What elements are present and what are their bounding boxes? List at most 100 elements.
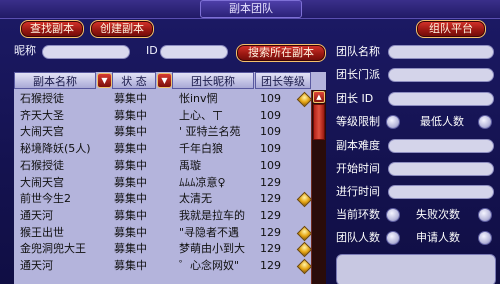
cell-dungeon: 秘境降妖(5人)	[20, 142, 91, 156]
leader-id-field	[388, 92, 494, 106]
cell-level: 129	[260, 192, 281, 206]
cell-status: 募集中	[114, 192, 147, 206]
table-row[interactable]: 前世今生2 募集中 太清无 129	[14, 191, 313, 208]
id-label: ID	[146, 44, 158, 57]
gold-diamond-icon	[296, 91, 313, 108]
current-rounds-icon	[386, 208, 400, 222]
gold-diamond-icon	[296, 191, 313, 208]
nickname-input[interactable]	[42, 45, 130, 59]
cell-leader: 上心、ㄒ	[179, 108, 223, 122]
cell-leader: 怅inv惘	[179, 92, 218, 105]
col-dungeon-name[interactable]: 副本名称	[14, 72, 96, 89]
cell-level: 129	[260, 208, 281, 222]
cell-level: 109	[260, 158, 281, 172]
level-limit-icon	[386, 115, 400, 129]
search-dungeon-button[interactable]: 查找副本	[20, 20, 84, 38]
leader-sect-field	[388, 68, 494, 82]
leader-sect-label: 团长门派	[336, 68, 380, 81]
cell-level: 129	[260, 242, 281, 256]
dungeon-filter-dropdown-icon[interactable]: ▼	[97, 73, 112, 88]
cell-dungeon: 猴王出世	[20, 225, 64, 239]
scroll-up-icon[interactable]: ▲	[313, 91, 325, 103]
applicants-label: 申请人数	[416, 231, 460, 244]
col-leader-name[interactable]: 团长昵称	[172, 72, 254, 89]
team-name-label: 团队名称	[336, 45, 380, 58]
window-title: 副本团队	[200, 0, 302, 18]
cell-leader: ﾑﾑﾑ凉意♀	[179, 175, 226, 189]
team-size-icon	[386, 231, 400, 245]
gold-diamond-icon	[296, 258, 313, 275]
cell-status: 募集中	[114, 142, 147, 156]
cell-level: 129	[260, 225, 281, 239]
cell-leader: "寻隐者不遇	[179, 225, 240, 239]
cell-dungeon: 大闹天宫	[20, 175, 64, 189]
search-location-button[interactable]: 搜索所在副本	[236, 44, 326, 62]
cell-dungeon: 前世今生2	[20, 192, 71, 206]
id-input-box[interactable]	[166, 46, 222, 58]
table-row[interactable]: 通天河 募集中 我就是拉车的 129	[14, 208, 311, 224]
cell-leader: 梦萌由小到大	[179, 242, 245, 256]
cell-status: 募集中	[114, 125, 147, 139]
table-row[interactable]: 金兜洞兜大王 募集中 梦萌由小到大 129	[14, 241, 313, 258]
status-filter-dropdown-icon[interactable]: ▼	[157, 73, 172, 88]
fail-count-label: 失败次数	[416, 208, 460, 221]
table-row[interactable]: 石猴授徒 募集中 怅inv惘 109	[14, 91, 313, 108]
table-row[interactable]: 齐天大圣 募集中 上心、ㄒ 109	[14, 108, 311, 124]
team-description-box	[336, 254, 496, 284]
difficulty-field	[388, 139, 494, 153]
dungeon-team-window: 副本团队 查找副本 创建副本 组队平台 昵称 ID 搜索所在副本 副本名称 ▼ …	[0, 0, 500, 284]
cell-level: 109	[260, 125, 281, 139]
team-size-label: 团队人数	[336, 231, 380, 244]
cell-level: 109	[260, 92, 281, 105]
level-limit-label: 等级限制	[336, 115, 380, 128]
team-name-field	[388, 45, 494, 59]
table-row[interactable]: 秘境降妖(5人) 募集中 千年白狼 109	[14, 141, 311, 157]
cell-leader: 千年白狼	[179, 142, 223, 156]
cell-leader: 禹璇	[179, 158, 201, 172]
start-time-field	[388, 162, 494, 176]
id-input[interactable]	[160, 45, 228, 59]
table-row[interactable]: 通天河 募集中 ゜心念网奴" 129	[14, 258, 313, 275]
cell-leader: 太清无	[179, 192, 212, 206]
gold-diamond-icon	[296, 225, 313, 241]
col-leader-level[interactable]: 团长等级	[255, 72, 311, 89]
cell-dungeon: 通天河	[20, 259, 53, 272]
cell-status: 募集中	[114, 175, 147, 189]
nickname-input-box[interactable]	[48, 46, 124, 58]
table-row[interactable]: 大闹天宫 募集中 ' 亚特兰名苑 109	[14, 124, 311, 140]
difficulty-label: 副本难度	[336, 139, 380, 152]
cell-dungeon: 大闹天宫	[20, 125, 64, 139]
min-members-label: 最低人数	[420, 115, 464, 128]
applicants-icon	[478, 231, 492, 245]
cell-level: 109	[260, 108, 281, 122]
team-platform-button[interactable]: 组队平台	[416, 20, 486, 38]
cell-leader: 我就是拉车的	[179, 208, 245, 222]
table-scrollbar[interactable]: ▲	[311, 90, 326, 284]
cell-dungeon: 齐天大圣	[20, 108, 64, 122]
cell-status: 募集中	[114, 208, 147, 222]
cell-leader: ゜心念网奴"	[179, 259, 240, 272]
table-row[interactable]: 大闹天宫 募集中 ﾑﾑﾑ凉意♀ 129	[14, 175, 311, 191]
cell-dungeon: 通天河	[20, 208, 53, 222]
current-rounds-label: 当前环数	[336, 208, 380, 221]
cell-level: 129	[260, 175, 281, 189]
cell-status: 募集中	[114, 225, 147, 239]
cell-status: 募集中	[114, 242, 147, 256]
cell-leader: ' 亚特兰名苑	[179, 125, 241, 139]
gold-diamond-icon	[296, 242, 313, 258]
cell-status: 募集中	[114, 158, 147, 172]
col-status[interactable]: 状 态	[112, 72, 156, 89]
cell-status: 募集中	[114, 108, 147, 122]
leader-id-label: 团长 ID	[336, 92, 374, 105]
cell-dungeon: 金兜洞兜大王	[20, 242, 86, 256]
start-time-label: 开始时间	[336, 162, 380, 175]
create-dungeon-button[interactable]: 创建副本	[90, 20, 154, 38]
scroll-thumb[interactable]	[313, 104, 325, 140]
fail-count-icon	[478, 208, 492, 222]
cell-level: 109	[260, 142, 281, 156]
table-row[interactable]: 石猴授徒 募集中 禹璇 109	[14, 158, 311, 174]
elapsed-time-label: 进行时间	[336, 185, 380, 198]
title-bar[interactable]: 副本团队	[0, 0, 500, 19]
table-row[interactable]: 猴王出世 募集中 "寻隐者不遇 129	[14, 225, 313, 241]
cell-dungeon: 石猴授徒	[20, 158, 64, 172]
